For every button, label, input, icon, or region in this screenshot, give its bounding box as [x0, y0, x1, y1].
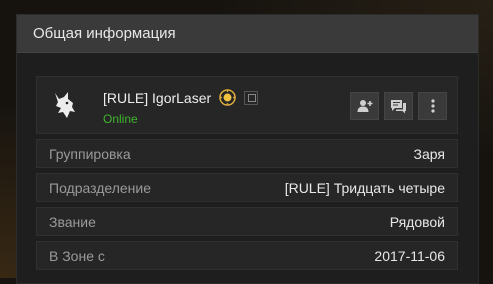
- info-label: Звание: [49, 213, 96, 230]
- player-name: [RULE] IgorLaser: [103, 89, 212, 106]
- profile-row: [RULE] IgorLaser Online: [36, 76, 458, 134]
- rank-badge-icon: [219, 89, 236, 106]
- panel-title: Общая информация: [33, 25, 176, 42]
- copy-icon[interactable]: [244, 90, 259, 105]
- more-options-button[interactable]: [418, 92, 447, 120]
- info-row-subdivision: Подразделение [RULE] Тридцать четыре: [36, 173, 458, 202]
- info-row-rank: Звание Рядовой: [36, 207, 458, 236]
- info-label: В Зоне с: [49, 247, 105, 264]
- panel-header: Общая информация: [17, 15, 478, 53]
- wolf-icon: [55, 92, 75, 118]
- message-button[interactable]: [384, 92, 413, 120]
- general-info-panel: Общая информация [RULE] IgorLaser Online: [16, 14, 479, 284]
- player-name-line: [RULE] IgorLaser: [103, 89, 259, 106]
- info-value: 2017-11-06: [374, 247, 445, 264]
- info-row-faction: Группировка Заря: [36, 139, 458, 168]
- info-value: Заря: [413, 145, 445, 162]
- info-label: Подразделение: [49, 179, 152, 196]
- profile-card: [RULE] IgorLaser Online Группировка Заря…: [36, 76, 458, 270]
- profile-actions: [350, 92, 447, 120]
- info-label: Группировка: [49, 145, 131, 162]
- info-value: Рядовой: [389, 213, 445, 230]
- message-icon: [391, 99, 406, 113]
- add-friend-button[interactable]: [350, 92, 379, 120]
- add-friend-icon: [357, 100, 372, 112]
- online-status: Online: [103, 112, 138, 126]
- more-icon: [430, 99, 435, 113]
- info-value: [RULE] Тридцать четыре: [284, 179, 445, 196]
- info-row-zone-since: В Зоне с 2017-11-06: [36, 241, 458, 270]
